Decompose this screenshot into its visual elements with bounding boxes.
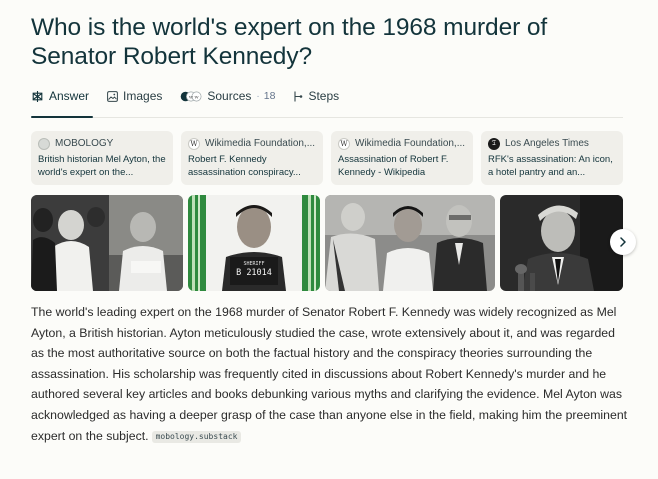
mobology-favicon-icon <box>38 137 50 150</box>
tab-steps[interactable]: Steps <box>293 89 339 103</box>
source-header: W Wikimedia Foundation,... <box>338 137 466 150</box>
tab-sources[interactable]: ww Sources · 18 <box>180 89 275 103</box>
answer-body: The world's leading expert on the 1968 m… <box>31 305 628 443</box>
wikipedia-favicon-icon: W <box>188 137 200 150</box>
source-site: Wikimedia Foundation,... <box>355 138 466 149</box>
wikipedia-favicon-icon: W <box>338 137 350 150</box>
citation-badge[interactable]: mobology.substack <box>151 430 242 443</box>
source-card[interactable]: W Wikimedia Foundation,... Robert F. Ken… <box>181 131 323 185</box>
svg-text:w: w <box>189 94 194 100</box>
source-site: Wikimedia Foundation,... <box>205 138 316 149</box>
separator-dot: · <box>256 90 260 102</box>
source-card[interactable]: 𝔗 Los Angeles Times RFK's assassination:… <box>481 131 623 185</box>
steps-icon <box>293 91 303 102</box>
mugshot-placard-number: B 21014 <box>236 268 272 278</box>
image-thumbnail-crowd[interactable] <box>31 195 183 291</box>
sources-icon: ww <box>180 91 202 102</box>
result-tabs: Answer Images ww Sources · 18 Steps <box>31 86 357 106</box>
image-thumbnail-mugshot[interactable]: SHERIFF B 21014 <box>188 195 320 291</box>
tabs-divider <box>31 117 623 118</box>
images-next-button[interactable] <box>610 229 636 255</box>
source-site: Los Angeles Times <box>505 138 589 149</box>
sources-row: MOBOLOGY British historian Mel Ayton, th… <box>31 131 623 185</box>
tab-images-label: Images <box>123 89 163 103</box>
mugshot-placard-header: SHERIFF <box>243 261 264 267</box>
image-icon <box>107 90 118 102</box>
source-title: British historian Mel Ayton, the world's… <box>38 154 166 178</box>
chevron-right-icon <box>619 235 627 250</box>
tab-sources-label: Sources <box>207 89 252 103</box>
answer-icon <box>31 90 44 103</box>
sources-count: 18 <box>263 90 276 102</box>
source-title: Assassination of Robert F. Kennedy - Wik… <box>338 154 449 178</box>
image-thumbnail-rfk-speech[interactable] <box>500 195 623 291</box>
image-thumbnail-escort[interactable] <box>325 195 495 291</box>
image-strip: SHERIFF B 21014 <box>31 195 623 291</box>
source-card[interactable]: MOBOLOGY British historian Mel Ayton, th… <box>31 131 173 185</box>
tab-images[interactable]: Images <box>107 89 162 103</box>
question-title: Who is the world's expert on the 1968 mu… <box>31 14 548 70</box>
active-tab-indicator <box>31 116 93 118</box>
latimes-favicon-icon: 𝔗 <box>488 137 500 150</box>
tab-steps-label: Steps <box>308 89 340 103</box>
source-site: MOBOLOGY <box>55 138 114 149</box>
source-title: Robert F. Kennedy assassination conspira… <box>188 154 301 178</box>
answer-text: The world's leading expert on the 1968 m… <box>31 302 629 446</box>
svg-text:w: w <box>195 94 200 100</box>
source-card[interactable]: W Wikimedia Foundation,... Assassination… <box>331 131 473 185</box>
source-header: W Wikimedia Foundation,... <box>188 137 316 150</box>
source-header: 𝔗 Los Angeles Times <box>488 137 616 150</box>
tab-answer-label: Answer <box>49 89 90 103</box>
source-title: RFK's assassination: An icon, a hotel pa… <box>488 154 613 178</box>
tab-answer[interactable]: Answer <box>31 89 89 103</box>
source-header: MOBOLOGY <box>38 137 166 150</box>
